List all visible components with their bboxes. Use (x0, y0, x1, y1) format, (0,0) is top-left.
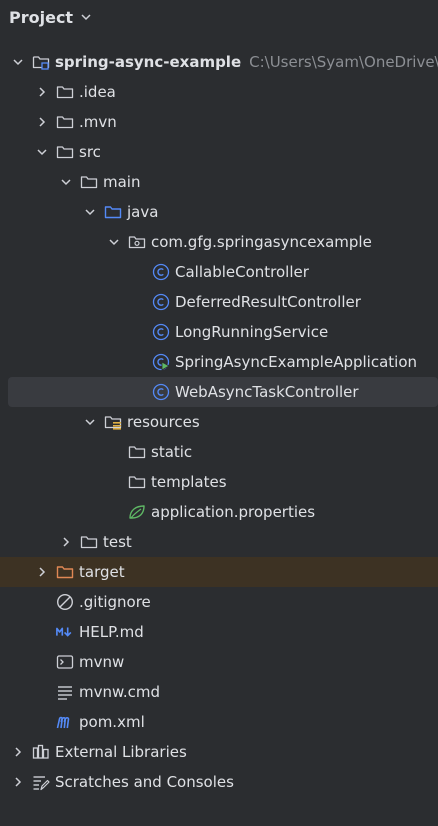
tree-row-java[interactable]: java (0, 197, 438, 227)
chevron-down-icon[interactable] (10, 54, 26, 70)
tree-label: java (127, 203, 159, 221)
tree-label: Scratches and Consoles (55, 773, 234, 791)
chevron-right-icon[interactable] (58, 534, 74, 550)
source-folder-icon (104, 203, 122, 221)
tree-label: SpringAsyncExampleApplication (175, 353, 417, 371)
tree-row-deferred-result-controller[interactable]: DeferredResultController (0, 287, 438, 317)
chevron-down-icon[interactable] (58, 174, 74, 190)
tree-row-test[interactable]: test (0, 527, 438, 557)
tree-row-package[interactable]: com.gfg.springasyncexample (0, 227, 438, 257)
folder-icon (56, 83, 74, 101)
tree-row-target[interactable]: target (0, 557, 438, 587)
resources-folder-icon (104, 413, 122, 431)
spring-leaf-icon (128, 503, 146, 521)
excluded-folder-icon (56, 563, 74, 581)
tree-row-src[interactable]: src (0, 137, 438, 167)
tree-row-static[interactable]: static (0, 437, 438, 467)
tree-row-scratches-and-consoles[interactable]: Scratches and Consoles (0, 767, 438, 797)
tree-row-mvn[interactable]: .mvn (0, 107, 438, 137)
tree-label: test (103, 533, 132, 551)
tree-row-root[interactable]: spring-async-example C:\Users\Syam\OneDr… (0, 47, 438, 77)
text-file-icon (56, 683, 74, 701)
tree-label: com.gfg.springasyncexample (151, 233, 372, 251)
project-path: C:\Users\Syam\OneDrive\Desktop\spring-as… (249, 53, 438, 71)
tree-row-pom-xml[interactable]: pom.xml (0, 707, 438, 737)
chevron-down-icon[interactable] (82, 204, 98, 220)
tree-label: .gitignore (79, 593, 151, 611)
tree-row-external-libraries[interactable]: External Libraries (0, 737, 438, 767)
tree-label: target (79, 563, 125, 581)
tree-label: WebAsyncTaskController (175, 383, 359, 401)
tree-row-callable-controller[interactable]: CallableController (0, 257, 438, 287)
tree-row-mvnw[interactable]: mvnw (0, 647, 438, 677)
java-class-icon (152, 263, 170, 281)
tree-label: src (79, 143, 101, 161)
library-icon (32, 743, 50, 761)
tree-label: pom.xml (79, 713, 145, 731)
folder-icon (56, 143, 74, 161)
chevron-right-icon[interactable] (10, 774, 26, 790)
tree-row-idea[interactable]: .idea (0, 77, 438, 107)
java-class-icon (152, 293, 170, 311)
tree-label: mvnw (79, 653, 125, 671)
tree-row-web-async-task-controller[interactable]: WebAsyncTaskController (8, 377, 438, 407)
tree-row-templates[interactable]: templates (0, 467, 438, 497)
tree-row-application-properties[interactable]: application.properties (0, 497, 438, 527)
tree-label: main (103, 173, 141, 191)
chevron-right-icon[interactable] (10, 744, 26, 760)
folder-icon (80, 533, 98, 551)
tree-label: DeferredResultController (175, 293, 361, 311)
module-folder-icon (32, 53, 50, 71)
tree-label: resources (127, 413, 200, 431)
scratches-icon (32, 773, 50, 791)
tree-label: External Libraries (55, 743, 187, 761)
java-class-icon (152, 383, 170, 401)
chevron-right-icon[interactable] (34, 114, 50, 130)
tree-label: HELP.md (79, 623, 144, 641)
package-icon (128, 233, 146, 251)
tree-label: application.properties (151, 503, 316, 521)
project-panel-header[interactable]: Project (0, 0, 438, 34)
tree-row-long-running-service[interactable]: LongRunningService (0, 317, 438, 347)
panel-title: Project (9, 7, 74, 27)
java-application-class-icon (152, 353, 170, 371)
shell-script-icon (56, 653, 74, 671)
tree-label: LongRunningService (175, 323, 329, 341)
tree-label: static (151, 443, 193, 461)
tree-row-resources[interactable]: resources (0, 407, 438, 437)
tree-label: mvnw.cmd (79, 683, 161, 701)
chevron-right-icon[interactable] (34, 564, 50, 580)
chevron-right-icon[interactable] (34, 84, 50, 100)
maven-icon (56, 713, 74, 731)
folder-icon (56, 113, 74, 131)
tree-row-gitignore[interactable]: .gitignore (0, 587, 438, 617)
tree-row-spring-async-example-application[interactable]: SpringAsyncExampleApplication (0, 347, 438, 377)
markdown-icon (56, 623, 74, 641)
tree-label: templates (151, 473, 227, 491)
tree-label: spring-async-example (55, 53, 242, 71)
folder-icon (128, 473, 146, 491)
java-class-icon (152, 323, 170, 341)
tree-label: .mvn (79, 113, 117, 131)
project-tree: spring-async-example C:\Users\Syam\OneDr… (0, 47, 438, 797)
tree-label: .idea (79, 83, 116, 101)
chevron-down-icon[interactable] (34, 144, 50, 160)
tree-label: CallableController (175, 263, 309, 281)
chevron-down-icon[interactable] (82, 414, 98, 430)
chevron-down-icon[interactable] (106, 234, 122, 250)
folder-icon (80, 173, 98, 191)
chevron-down-icon[interactable] (80, 11, 92, 23)
tree-row-help-md[interactable]: HELP.md (0, 617, 438, 647)
ignore-file-icon (56, 593, 74, 611)
tree-row-mvnw-cmd[interactable]: mvnw.cmd (0, 677, 438, 707)
folder-icon (128, 443, 146, 461)
tree-row-main[interactable]: main (0, 167, 438, 197)
